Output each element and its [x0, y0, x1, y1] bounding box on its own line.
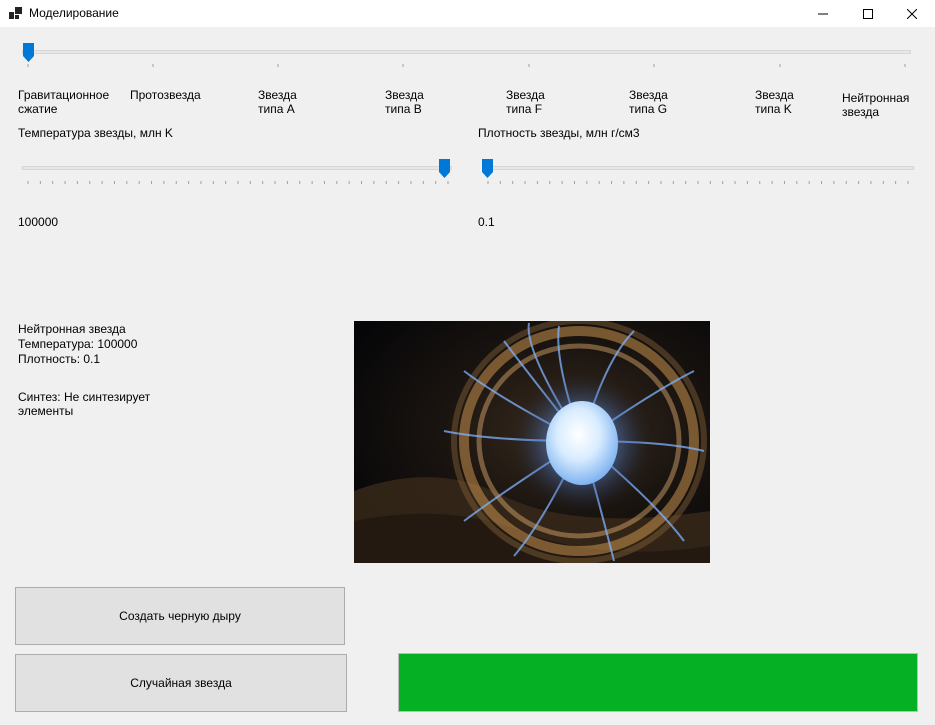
density-slider-thumb[interactable]	[482, 159, 493, 178]
progress-bar-fill	[399, 654, 917, 711]
random-star-button[interactable]: Случайная звезда	[15, 654, 347, 712]
title-bar: Моделирование	[0, 0, 935, 27]
stage-label-type-f: Звезда типа F	[506, 88, 545, 116]
stage-label-type-a: Звезда типа A	[258, 88, 297, 116]
maximize-button[interactable]	[845, 0, 891, 27]
app-icon	[9, 7, 22, 19]
stage-slider-ticks	[27, 64, 906, 67]
close-button[interactable]	[889, 0, 935, 27]
density-slider[interactable]	[478, 158, 918, 188]
temperature-value: 100000	[18, 215, 59, 229]
stage-label-neutron-star: Нейтронная звезда	[842, 91, 910, 119]
density-label: Плотность звезды, млн г/см3	[478, 126, 640, 140]
temperature-slider-thumb[interactable]	[439, 159, 450, 178]
info-synthesis: Синтез: Не синтезирует элементы	[18, 390, 151, 418]
temperature-slider-track	[22, 166, 452, 170]
progress-bar	[398, 653, 918, 712]
density-slider-track	[482, 166, 914, 170]
info-density: Плотность: 0.1	[18, 352, 101, 366]
temperature-slider-ticks	[27, 181, 449, 184]
density-value: 0.1	[478, 215, 495, 229]
close-icon	[907, 8, 917, 19]
stage-slider[interactable]	[18, 40, 915, 70]
stage-label-type-b: Звезда типа B	[385, 88, 424, 116]
create-black-hole-button[interactable]: Создать черную дыру	[15, 587, 345, 645]
minimize-icon	[818, 13, 828, 14]
star-image	[354, 321, 710, 563]
minimize-button[interactable]	[800, 0, 846, 27]
temperature-slider[interactable]	[18, 158, 458, 188]
maximize-icon	[863, 8, 873, 19]
info-star-name: Нейтронная звезда	[18, 322, 126, 336]
stage-slider-track	[22, 50, 911, 54]
window-title: Моделирование	[29, 6, 119, 20]
temperature-label: Температура звезды, млн K	[18, 126, 173, 140]
density-slider-ticks	[487, 181, 909, 184]
stage-label-protostar: Протозвезда	[130, 88, 201, 102]
info-temperature: Температура: 100000	[18, 337, 138, 351]
stage-label-type-k: Звезда типа K	[755, 88, 794, 116]
stage-label-type-g: Звезда типа G	[629, 88, 668, 116]
stage-label-gravitational-collapse: Гравитационное сжатие	[18, 88, 110, 116]
stage-slider-thumb[interactable]	[23, 43, 34, 62]
